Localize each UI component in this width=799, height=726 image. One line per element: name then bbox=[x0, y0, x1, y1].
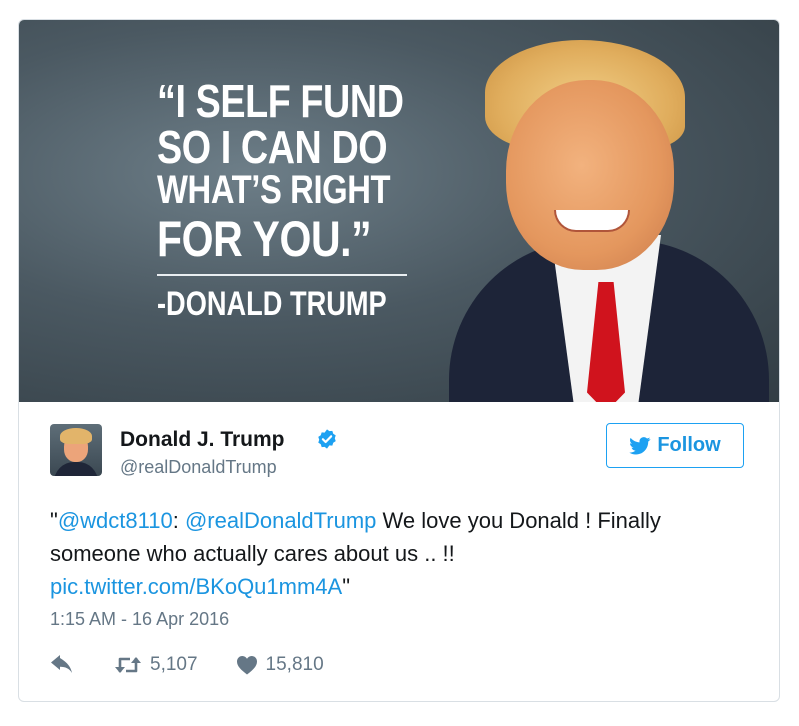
quote-line: “I SELF FUND bbox=[157, 75, 404, 127]
open-quote: " bbox=[50, 508, 58, 533]
author-name[interactable]: Donald J. Trump bbox=[120, 428, 285, 452]
portrait-face bbox=[506, 80, 674, 270]
mention-link[interactable]: @realDonaldTrump bbox=[185, 508, 376, 533]
quote-divider bbox=[157, 274, 407, 276]
heart-icon bbox=[236, 656, 257, 675]
avatar[interactable] bbox=[50, 424, 102, 476]
like-button[interactable]: 15,810 bbox=[236, 654, 324, 676]
verified-badge-icon bbox=[318, 429, 336, 449]
retweet-count: 5,107 bbox=[150, 654, 198, 675]
retweet-button[interactable]: 5,107 bbox=[114, 654, 198, 676]
reply-icon bbox=[51, 655, 72, 673]
separator-text: : bbox=[172, 508, 185, 533]
quote-line: FOR YOU.” bbox=[157, 211, 372, 267]
tweet-timestamp[interactable]: 1:15 AM - 16 Apr 2016 bbox=[50, 609, 229, 630]
like-count: 15,810 bbox=[265, 654, 324, 675]
tweet-actions: 5,107 15,810 bbox=[50, 652, 324, 678]
tweet-text: "@wdct8110: @realDonaldTrump We love you… bbox=[50, 504, 750, 603]
portrait-smile bbox=[554, 210, 630, 232]
reply-button[interactable] bbox=[50, 655, 74, 675]
tweet-media-image[interactable]: “I SELF FUND SO I CAN DO WHAT’S RIGHT FO… bbox=[19, 20, 779, 402]
retweet-icon bbox=[115, 657, 141, 673]
media-link[interactable]: pic.twitter.com/BKoQu1mm4A bbox=[50, 574, 342, 599]
quote-line: WHAT’S RIGHT bbox=[157, 168, 391, 212]
mention-link[interactable]: @wdct8110 bbox=[58, 508, 173, 533]
twitter-bird-icon bbox=[629, 436, 651, 454]
tweet-card: “I SELF FUND SO I CAN DO WHAT’S RIGHT FO… bbox=[18, 19, 780, 702]
quote-line: SO I CAN DO bbox=[157, 121, 388, 173]
media-quote: “I SELF FUND SO I CAN DO WHAT’S RIGHT FO… bbox=[157, 78, 417, 266]
follow-button[interactable]: Follow bbox=[606, 423, 744, 468]
author-handle[interactable]: @realDonaldTrump bbox=[120, 457, 277, 478]
close-quote: " bbox=[342, 574, 351, 599]
follow-label: Follow bbox=[657, 434, 721, 456]
quote-attribution: -DONALD TRUMP bbox=[157, 285, 387, 323]
